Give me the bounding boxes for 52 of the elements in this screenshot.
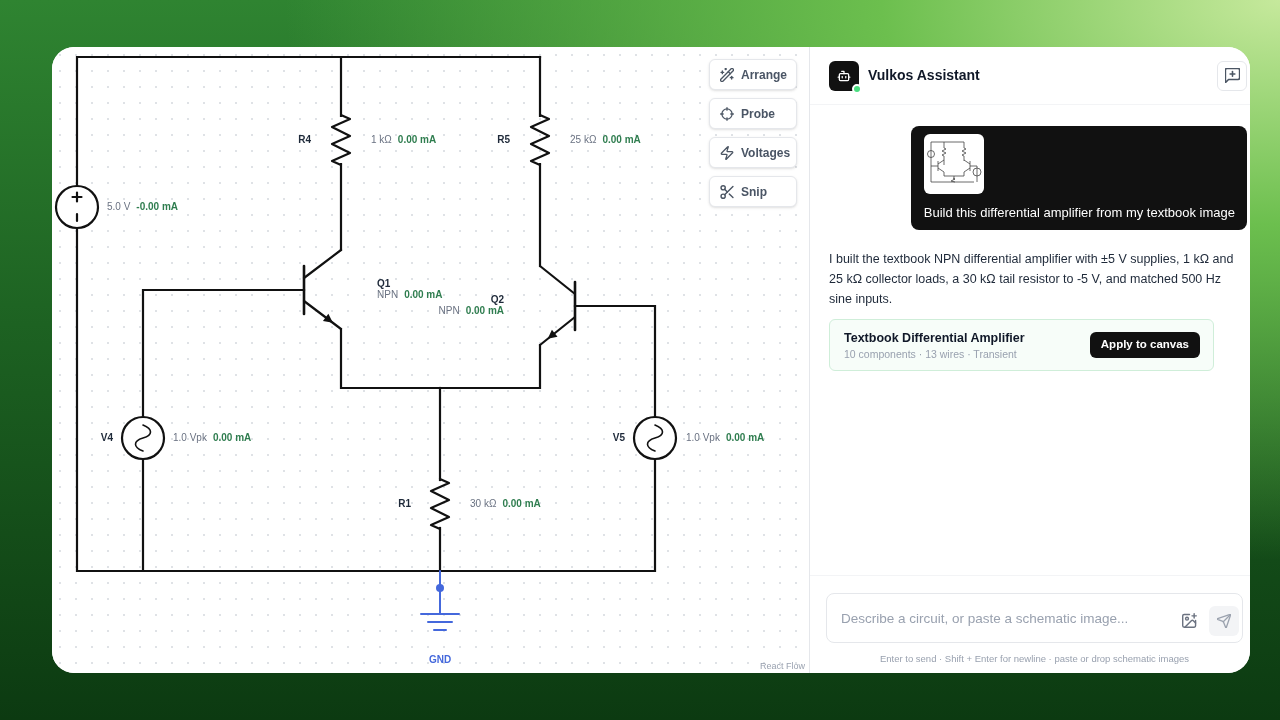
message-input[interactable]: Describe a circuit, or paste a schematic image... [841,603,1178,633]
assistant-message-text: I built the textbook NPN differential amplifier with ±5 V supplies, 1 kΩ and 25 kΩ collector loads, a 30 kΩ tail resistor to -5 V, and matched 500 Hz sine inputs. [829,251,1235,308]
image-plus-icon [1181,613,1197,628]
assistant-title: Vulkos Assistant [868,66,980,85]
component-label: V5 [612,432,625,444]
component-label: R4 [298,134,311,146]
current-reading: 0.00 mA [502,498,541,510]
current-reading: 0.00 mA [397,134,437,146]
crosshair-icon [720,106,734,121]
apply-to-canvas-button[interactable]: Apply to canvas [1089,332,1200,358]
current-reading: 0.00 mA [725,432,765,444]
ac-voltage-source-symbol [120,415,166,461]
component-label: Q1 [377,278,391,290]
scissors-icon [720,184,734,199]
toolbar-button[interactable]: Voltages [709,137,797,168]
current-reading: 0.00 mA [465,305,504,317]
resistor-symbol [429,477,451,531]
toolbar-button[interactable]: Probe [709,98,797,129]
new-chat-button[interactable] [1217,60,1247,91]
toolbar-button[interactable]: Snip [709,176,797,207]
card-title: Textbook Differential Amplifier [844,329,1025,346]
current-reading: 0.00 mA [212,432,252,444]
component-label: V4 [100,432,113,444]
resistor-symbol [330,113,352,167]
component-label: Q2 [490,294,504,306]
component-value: 1.0 Vpk [686,432,720,444]
component-label: R5 [497,134,510,146]
card-meta: 10 components · 13 wires · Transient [844,347,1018,361]
message-plus-icon [1224,68,1240,83]
component-value: 5.0 V [107,201,131,213]
send-icon [1217,613,1231,628]
component-label: R1 [398,498,411,510]
current-reading: -0.00 mA [136,201,179,213]
component-value: 1 kΩ [371,134,392,146]
current-reading: 0.00 mA [404,289,443,301]
composer-hint: Enter to send · Shift + Enter for newline · paste or drop schematic images [878,653,1191,665]
component-value: 1.0 Vpk [173,432,207,444]
component-value: 25 kΩ [570,134,597,146]
ac-voltage-source-symbol [632,415,678,461]
message-text: Build this differential amplifier from my textbook image [923,205,1235,221]
toolbar-button[interactable]: Arrange [709,59,797,90]
magic-wand-icon [720,67,734,82]
lightning-icon [720,145,734,160]
message-field[interactable]: Describe a circuit, or paste a schematic image... [826,593,1243,643]
resistor-symbol [529,113,551,167]
component-value: NPN [377,289,399,301]
current-reading: 0.00 mA [602,134,641,146]
component-value: 30 kΩ [470,498,497,510]
robot-avatar-icon [829,60,859,91]
ground-symbol [420,570,460,631]
component-value: NPN [438,305,460,317]
ground-label: GND [428,654,452,666]
